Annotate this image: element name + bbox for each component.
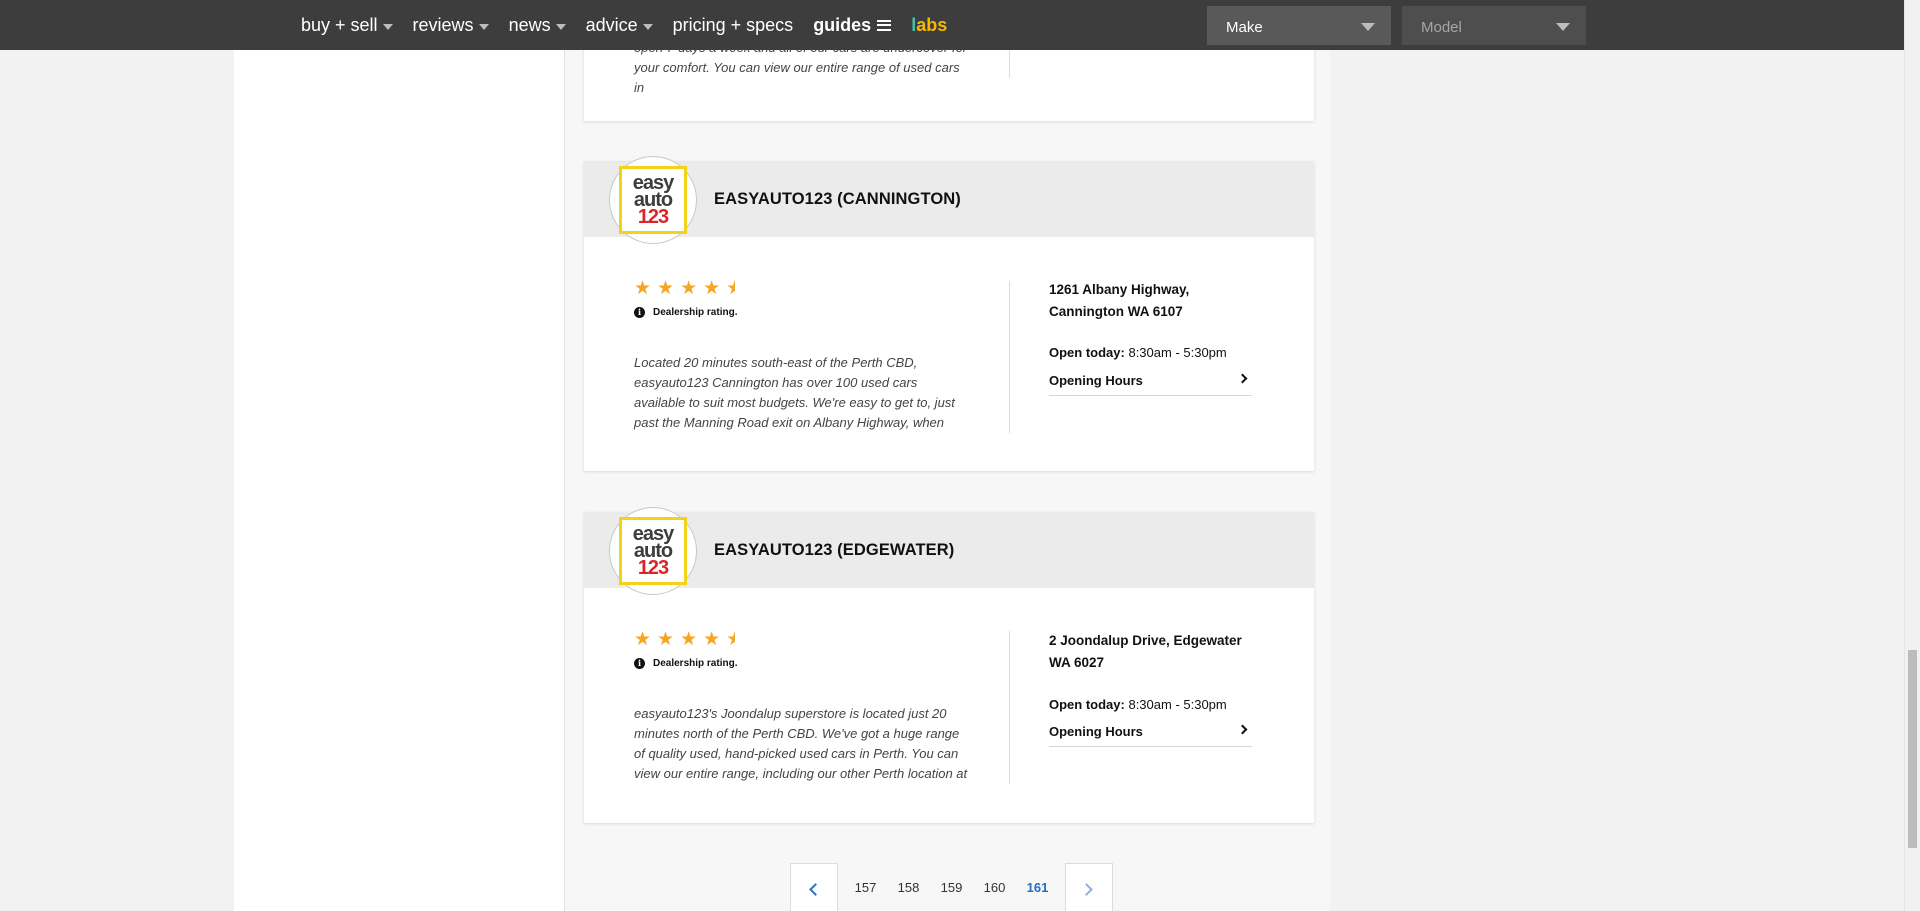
- star-icon: ★: [657, 278, 675, 299]
- chevron-down-icon: [478, 24, 489, 30]
- top-navigation: buy + sell reviews news advice pricing +…: [0, 0, 1904, 50]
- previous-page-button[interactable]: [790, 862, 838, 911]
- open-today-time: 8:30am - 5:30pm: [1128, 697, 1227, 712]
- opening-hours-label: Opening Hours: [1049, 373, 1143, 388]
- nav-menu: buy + sell reviews news advice pricing +…: [301, 0, 967, 50]
- opening-hours-toggle[interactable]: Opening Hours: [1049, 724, 1252, 747]
- model-select[interactable]: Model: [1402, 6, 1586, 45]
- nav-buy-sell-label: buy + sell: [301, 14, 378, 35]
- chevron-right-icon: [1080, 882, 1093, 896]
- rating-note-label: Dealership rating.: [653, 658, 738, 669]
- scrollbar-thumb[interactable]: [1908, 650, 1917, 848]
- nav-advice-label: advice: [585, 14, 638, 35]
- opening-today: Open today: 8:30am - 5:30pm: [1049, 345, 1227, 360]
- make-select-label: Make: [1226, 19, 1263, 36]
- dealer-address: 2 Joondalup Drive, Edgewater WA 6027: [1049, 633, 1242, 670]
- dealer-card-header[interactable]: easy auto 123 EASYAUTO123 (CANNINGTON): [584, 156, 1314, 244]
- model-select-label: Model: [1421, 19, 1462, 36]
- opening-hours-toggle[interactable]: Opening Hours: [1049, 373, 1252, 396]
- chevron-left-icon: [809, 882, 822, 896]
- dealer-address: 1261 Albany Highway, Cannington WA 6107: [1049, 282, 1190, 319]
- nav-reviews[interactable]: reviews: [413, 15, 489, 36]
- open-today-time: 8:30am - 5:30pm: [1128, 345, 1227, 360]
- dealer-description: easyauto123's Joondalup superstore is lo…: [634, 706, 968, 781]
- make-select[interactable]: Make: [1207, 6, 1391, 45]
- open-today-label: Open today:: [1049, 345, 1125, 360]
- star-icon: ★: [657, 629, 675, 650]
- chevron-down-icon: [555, 24, 566, 30]
- dealer-logo[interactable]: easy auto 123: [609, 156, 697, 244]
- dealership-rating-note[interactable]: i Dealership rating.: [634, 307, 737, 318]
- dropdown-arrow-icon: [1556, 23, 1570, 31]
- nav-pricing-specs[interactable]: pricing + specs: [673, 15, 794, 36]
- nav-news[interactable]: news: [509, 15, 566, 36]
- chevron-down-icon: [382, 24, 393, 30]
- dropdown-arrow-icon: [1361, 23, 1375, 31]
- star-icon: ★: [703, 629, 721, 650]
- page-link-158[interactable]: 158: [887, 880, 930, 895]
- dealer-name[interactable]: EASYAUTO123 (CANNINGTON): [714, 190, 961, 209]
- dealer-name[interactable]: EASYAUTO123 (EDGEWATER): [714, 541, 954, 560]
- info-icon: i: [634, 658, 645, 669]
- opening-hours-label: Opening Hours: [1049, 724, 1143, 739]
- easyauto123-logo: easy auto 123: [619, 517, 687, 585]
- card-divider: [1009, 631, 1010, 784]
- chevron-down-icon: [642, 24, 653, 30]
- star-icon: ★: [634, 278, 652, 299]
- page-link-current[interactable]: 161: [1016, 880, 1059, 895]
- dealer-logo[interactable]: easy auto 123: [609, 507, 697, 595]
- nav-buy-sell[interactable]: buy + sell: [301, 15, 393, 36]
- chevron-right-icon: [1237, 724, 1248, 735]
- nav-guides-label: guides: [813, 14, 872, 35]
- nav-pricing-specs-label: pricing + specs: [672, 14, 794, 35]
- card-divider: [1009, 281, 1010, 433]
- dealer-description: Located 20 minutes south-east of the Per…: [634, 355, 955, 430]
- hamburger-menu-icon: [877, 19, 892, 31]
- star-icon: ★: [680, 278, 698, 299]
- nav-guides[interactable]: guides: [813, 14, 892, 36]
- opening-today: Open today: 8:30am - 5:30pm: [1049, 697, 1227, 712]
- nav-news-label: news: [508, 14, 551, 35]
- chevron-right-icon: [1237, 373, 1248, 384]
- page-link-159[interactable]: 159: [930, 880, 973, 895]
- pagination: 157 158 159 160 161: [790, 862, 1113, 911]
- dealer-card: easy auto 123 EASYAUTO123 (CANNINGTON) ★…: [584, 156, 1314, 471]
- star-icon: ★: [680, 629, 698, 650]
- left-sidebar: [234, 0, 564, 911]
- half-star-icon: ★: [726, 630, 736, 649]
- half-star-icon: ★: [726, 279, 736, 298]
- star-rating: ★ ★ ★ ★ ★: [634, 279, 741, 298]
- dealership-rating-note[interactable]: i Dealership rating.: [634, 658, 737, 669]
- info-icon: i: [634, 307, 645, 318]
- page-link-160[interactable]: 160: [973, 880, 1016, 895]
- page-scrollbar[interactable]: [1904, 0, 1920, 911]
- nav-labs[interactable]: l abs: [911, 15, 947, 36]
- nav-reviews-label: reviews: [412, 14, 474, 35]
- rating-note-label: Dealership rating.: [653, 307, 738, 318]
- open-today-label: Open today:: [1049, 697, 1125, 712]
- next-page-button[interactable]: [1065, 862, 1113, 911]
- easyauto123-logo: easy auto 123: [619, 166, 687, 234]
- labs-logo-abs: abs: [916, 14, 948, 35]
- dealer-card: easy auto 123 EASYAUTO123 (EDGEWATER) ★ …: [584, 507, 1314, 823]
- page-link-157[interactable]: 157: [844, 880, 887, 895]
- dealer-card-header[interactable]: easy auto 123 EASYAUTO123 (EDGEWATER): [584, 507, 1314, 595]
- star-rating: ★ ★ ★ ★ ★: [634, 630, 741, 649]
- star-icon: ★: [703, 278, 721, 299]
- nav-advice[interactable]: advice: [586, 15, 653, 36]
- page-numbers: 157 158 159 160 161: [838, 880, 1065, 895]
- star-icon: ★: [634, 629, 652, 650]
